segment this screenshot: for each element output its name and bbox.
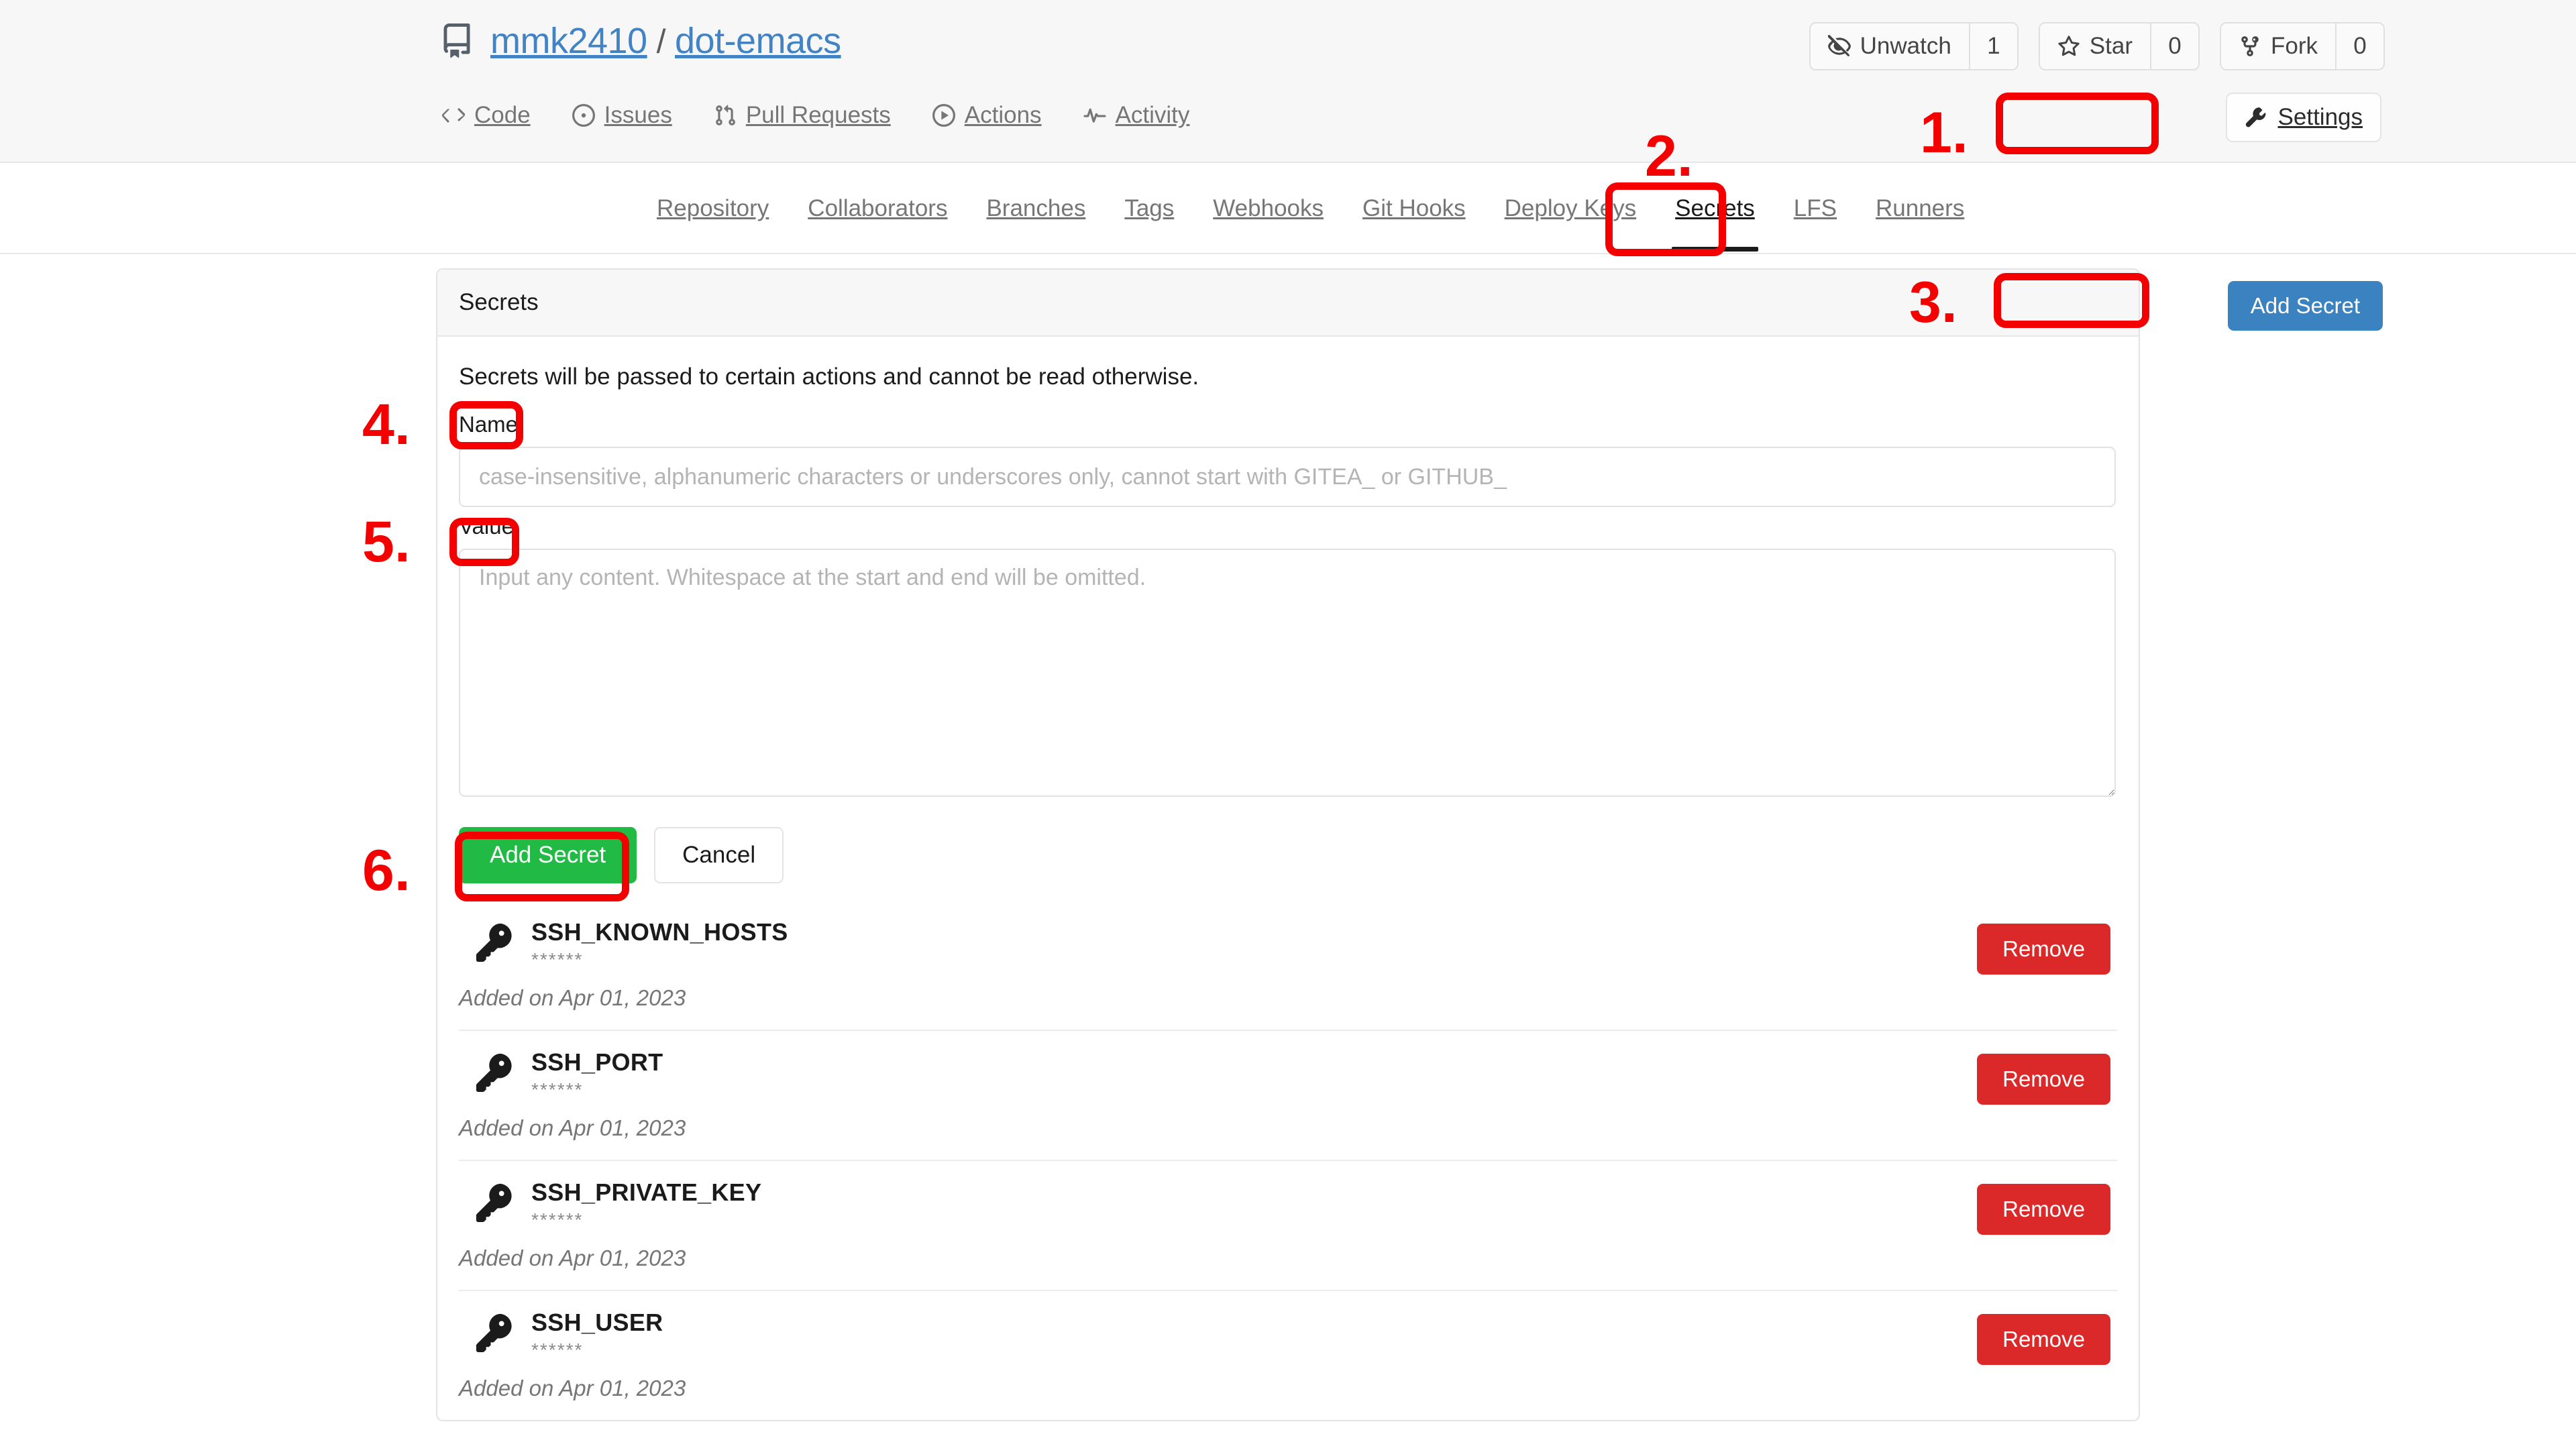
key-icon bbox=[474, 1048, 515, 1096]
add-secret-header-button[interactable]: Add Secret bbox=[2227, 281, 2383, 331]
repo-nav: Code Issues Pull Requests Actions Activi… bbox=[439, 95, 1192, 135]
issues-icon bbox=[572, 104, 595, 127]
key-icon bbox=[474, 1309, 515, 1356]
secret-list-item: SSH_KNOWN_HOSTS ****** Added on Apr 01, … bbox=[459, 901, 2117, 1030]
secret-name: SSH_PORT bbox=[531, 1048, 663, 1076]
add-secret-submit-button[interactable]: Add Secret bbox=[459, 827, 637, 883]
repo-title: mmk2410 / dot-emacs bbox=[439, 20, 841, 62]
settings-button[interactable]: Settings bbox=[2225, 93, 2381, 142]
gitea-repo-secrets-page: mmk2410 / dot-emacs Unwatch 1 Star 0 For… bbox=[0, 0, 2576, 1432]
secret-name: SSH_USER bbox=[531, 1309, 663, 1336]
star-button[interactable]: Star bbox=[2039, 23, 2150, 69]
secrets-list: SSH_KNOWN_HOSTS ****** Added on Apr 01, … bbox=[459, 901, 2117, 1420]
settings-tab-deploy-keys[interactable]: Deploy Keys bbox=[1485, 163, 1656, 254]
secret-masked-value: ****** bbox=[531, 1209, 584, 1230]
annotation-number-5: 5. bbox=[362, 510, 411, 574]
activity-icon bbox=[1083, 104, 1106, 127]
annotation-number-6: 6. bbox=[362, 838, 411, 903]
secret-added-date: Added on Apr 01, 2023 bbox=[459, 1376, 686, 1400]
unwatch-button[interactable]: Unwatch bbox=[1810, 23, 1969, 69]
settings-button-label: Settings bbox=[2277, 104, 2363, 130]
repo-nav-item-activity[interactable]: Activity bbox=[1081, 95, 1193, 135]
secrets-panel-title: Secrets bbox=[459, 289, 539, 315]
fork-button-group[interactable]: Fork 0 bbox=[2220, 22, 2385, 70]
settings-tab-webhooks[interactable]: Webhooks bbox=[1193, 163, 1343, 254]
secrets-description: Secrets will be passed to certain action… bbox=[459, 364, 1199, 390]
fork-button[interactable]: Fork bbox=[2221, 23, 2335, 69]
secret-name: SSH_PRIVATE_KEY bbox=[531, 1178, 762, 1206]
key-icon bbox=[474, 918, 515, 966]
secret-name-input[interactable] bbox=[459, 447, 2116, 507]
settings-tab-collaborators[interactable]: Collaborators bbox=[788, 163, 967, 254]
key-icon bbox=[474, 1178, 515, 1226]
repo-nav-item-issues[interactable]: Issues bbox=[570, 95, 675, 135]
repo-nav-label-code: Code bbox=[474, 102, 531, 128]
value-label: Value bbox=[459, 514, 514, 539]
unwatch-icon bbox=[1827, 35, 1851, 58]
secret-masked-value: ****** bbox=[531, 949, 584, 970]
fork-label: Fork bbox=[2271, 33, 2318, 59]
secrets-panel: Secrets Secrets will be passed to certai… bbox=[436, 268, 2140, 1421]
secrets-panel-header: Secrets bbox=[437, 270, 2139, 337]
repo-nav-label-pull-requests: Pull Requests bbox=[745, 102, 891, 128]
repo-nav-item-actions[interactable]: Actions bbox=[930, 95, 1044, 135]
fork-count[interactable]: 0 bbox=[2335, 23, 2383, 69]
repo-header: mmk2410 / dot-emacs Unwatch 1 Star 0 For… bbox=[0, 0, 2576, 163]
repo-nav-item-pull-requests[interactable]: Pull Requests bbox=[711, 95, 894, 135]
secret-masked-value: ****** bbox=[531, 1339, 584, 1360]
name-label: Name bbox=[459, 412, 519, 437]
secret-added-date: Added on Apr 01, 2023 bbox=[459, 1246, 686, 1270]
actions-icon bbox=[932, 104, 955, 127]
code-icon bbox=[442, 104, 465, 127]
settings-tab-runners[interactable]: Runners bbox=[1856, 163, 1984, 254]
secret-list-item: SSH_PRIVATE_KEY ****** Added on Apr 01, … bbox=[459, 1160, 2117, 1290]
repo-name-link[interactable]: dot-emacs bbox=[675, 20, 841, 62]
settings-tab-lfs[interactable]: LFS bbox=[1774, 163, 1856, 254]
remove-secret-button[interactable]: Remove bbox=[1977, 1054, 2110, 1105]
remove-secret-button[interactable]: Remove bbox=[1977, 1184, 2110, 1235]
repo-nav-item-code[interactable]: Code bbox=[439, 95, 533, 135]
star-icon bbox=[2057, 35, 2080, 58]
secret-list-item: SSH_USER ****** Added on Apr 01, 2023 Re… bbox=[459, 1290, 2117, 1420]
repo-icon bbox=[439, 21, 474, 60]
secret-masked-value: ****** bbox=[531, 1079, 584, 1100]
star-button-group[interactable]: Star 0 bbox=[2038, 22, 2200, 70]
repo-owner-link[interactable]: mmk2410 bbox=[490, 20, 647, 62]
fork-icon bbox=[2239, 35, 2261, 58]
secret-added-date: Added on Apr 01, 2023 bbox=[459, 985, 686, 1010]
settings-tab-repository[interactable]: Repository bbox=[637, 163, 788, 254]
settings-tab-git-hooks[interactable]: Git Hooks bbox=[1343, 163, 1485, 254]
secret-name: SSH_KNOWN_HOSTS bbox=[531, 918, 788, 946]
repo-breadcrumb: mmk2410 / dot-emacs bbox=[490, 20, 841, 62]
repo-path-separator: / bbox=[656, 23, 666, 60]
repo-nav-label-issues: Issues bbox=[604, 102, 672, 128]
settings-sub-nav: Repository Collaborators Branches Tags W… bbox=[0, 163, 2576, 254]
repo-actions: Unwatch 1 Star 0 Fork 0 bbox=[1809, 22, 2385, 70]
unwatch-label: Unwatch bbox=[1860, 33, 1951, 59]
secret-list-item: SSH_PORT ****** Added on Apr 01, 2023 Re… bbox=[459, 1030, 2117, 1160]
remove-secret-button[interactable]: Remove bbox=[1977, 1314, 2110, 1365]
settings-tab-secrets[interactable]: Secrets bbox=[1656, 163, 1774, 254]
pull-requests-icon bbox=[714, 104, 737, 127]
settings-tab-branches[interactable]: Branches bbox=[967, 163, 1105, 254]
wrench-icon bbox=[2245, 106, 2267, 129]
secret-value-textarea[interactable] bbox=[459, 549, 2116, 797]
remove-secret-button[interactable]: Remove bbox=[1977, 924, 2110, 975]
secret-form-actions: Add Secret Cancel bbox=[459, 800, 2117, 901]
cancel-button[interactable]: Cancel bbox=[654, 827, 784, 883]
star-label: Star bbox=[2089, 33, 2133, 59]
repo-nav-label-activity: Activity bbox=[1115, 102, 1190, 128]
secrets-panel-body: Secrets will be passed to certain action… bbox=[437, 337, 2139, 1420]
unwatch-count[interactable]: 1 bbox=[1968, 23, 2017, 69]
star-count[interactable]: 0 bbox=[2150, 23, 2198, 69]
settings-tab-tags[interactable]: Tags bbox=[1105, 163, 1193, 254]
annotation-number-4: 4. bbox=[362, 392, 411, 457]
secret-added-date: Added on Apr 01, 2023 bbox=[459, 1115, 686, 1140]
repo-nav-label-actions: Actions bbox=[964, 102, 1042, 128]
unwatch-button-group[interactable]: Unwatch 1 bbox=[1809, 22, 2019, 70]
